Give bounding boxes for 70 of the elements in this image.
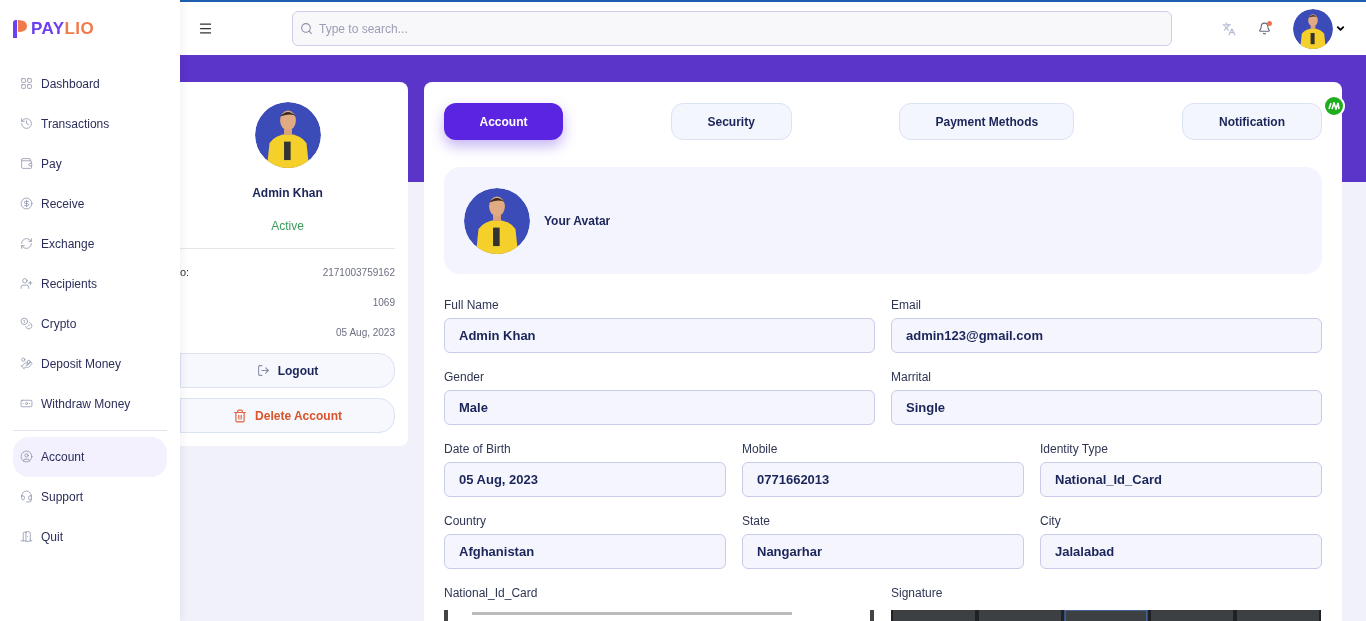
sidebar-item[interactable]: Exchange <box>13 223 167 264</box>
tab[interactable]: Payment Methods <box>899 103 1075 140</box>
sidebar-item[interactable]: Transactions <box>13 103 167 144</box>
bell-icon[interactable] <box>1258 22 1271 35</box>
input-field[interactable]: 05 Aug, 2023 <box>444 462 726 497</box>
tab[interactable]: Notification <box>1181 103 1322 140</box>
info-label: o: <box>180 264 190 280</box>
field-label: Signature <box>891 585 944 602</box>
refresh-icon <box>20 237 33 250</box>
headset-icon <box>20 490 33 503</box>
field-label: State <box>742 513 772 530</box>
avatar-label: Your Avatar <box>544 212 611 230</box>
caret-icon <box>1335 23 1346 34</box>
menu-icon[interactable] <box>198 21 213 36</box>
logout-icon <box>256 364 270 377</box>
sidebar-item[interactable]: Withdraw Money <box>13 383 167 424</box>
hand-coins-icon <box>20 357 33 370</box>
sidebar-item[interactable]: Receive <box>13 183 167 224</box>
grid-icon <box>20 77 33 90</box>
input-field[interactable]: Jalalabad <box>1040 534 1322 569</box>
sidebar-item[interactable]: Dashboard <box>13 63 167 104</box>
info-value: 2171003759162 <box>322 265 395 280</box>
field-label: Mobile <box>742 441 779 458</box>
input-field[interactable]: Afghanistan <box>444 534 726 569</box>
input-field[interactable]: Admin Khan <box>444 318 875 353</box>
input-field[interactable]: Male <box>444 390 875 425</box>
sidebar-item[interactable]: Quit <box>13 516 167 557</box>
user-circle-icon <box>20 450 33 463</box>
search-field[interactable]: Type to search... <box>292 11 1172 46</box>
clock-icon <box>20 117 33 130</box>
coin-icon <box>20 197 33 210</box>
logout-button[interactable]: Logout <box>180 353 395 388</box>
sidebar-item[interactable]: Recipients <box>13 263 167 304</box>
door-icon <box>20 530 33 543</box>
field-label: Identity Type <box>1040 441 1109 458</box>
input-field[interactable]: National_Id_Card <box>1040 462 1322 497</box>
brand-name: PAYLIO <box>31 18 95 40</box>
search-icon <box>300 22 313 35</box>
sidebar-item[interactable]: Crypto <box>13 303 167 344</box>
extension-icon[interactable] <box>1323 95 1345 117</box>
input-field[interactable]: 0771662013 <box>742 462 1024 497</box>
sidebar-item[interactable]: Pay <box>13 143 167 184</box>
field-label: Full Name <box>444 297 500 314</box>
info-value: 05 Aug, 2023 <box>336 325 395 340</box>
field-label: Marrital <box>891 369 932 386</box>
tab[interactable]: Account <box>444 103 563 140</box>
input-field[interactable]: Single <box>891 390 1322 425</box>
coins-icon <box>20 317 33 330</box>
info-value: 1069 <box>372 295 395 310</box>
sidebar-item[interactable]: Deposit Money <box>13 343 167 384</box>
field-label: National_Id_Card <box>444 585 539 602</box>
banknote-icon <box>20 397 33 410</box>
sidebar-item[interactable]: Account <box>13 436 167 477</box>
trash-icon <box>233 408 248 423</box>
profile-name: Admin Khan <box>252 185 323 202</box>
field-label: City <box>1040 513 1062 530</box>
input-field[interactable]: admin123@gmail.com <box>891 318 1322 353</box>
sidebar-item[interactable]: Support <box>13 476 167 517</box>
logo-icon <box>13 19 27 38</box>
tab[interactable]: Security <box>670 103 792 140</box>
field-label: Country <box>444 513 488 530</box>
field-label: Date of Birth <box>444 441 512 458</box>
user-plus-icon <box>20 277 33 290</box>
status-text: Active <box>271 218 304 235</box>
user-menu[interactable] <box>1293 8 1346 49</box>
wallet-icon <box>20 157 33 170</box>
input-field[interactable]: Nangarhar <box>742 534 1024 569</box>
delete-account-button[interactable]: Delete Account <box>180 398 395 433</box>
field-label: Email <box>891 297 922 314</box>
field-label: Gender <box>444 369 486 386</box>
